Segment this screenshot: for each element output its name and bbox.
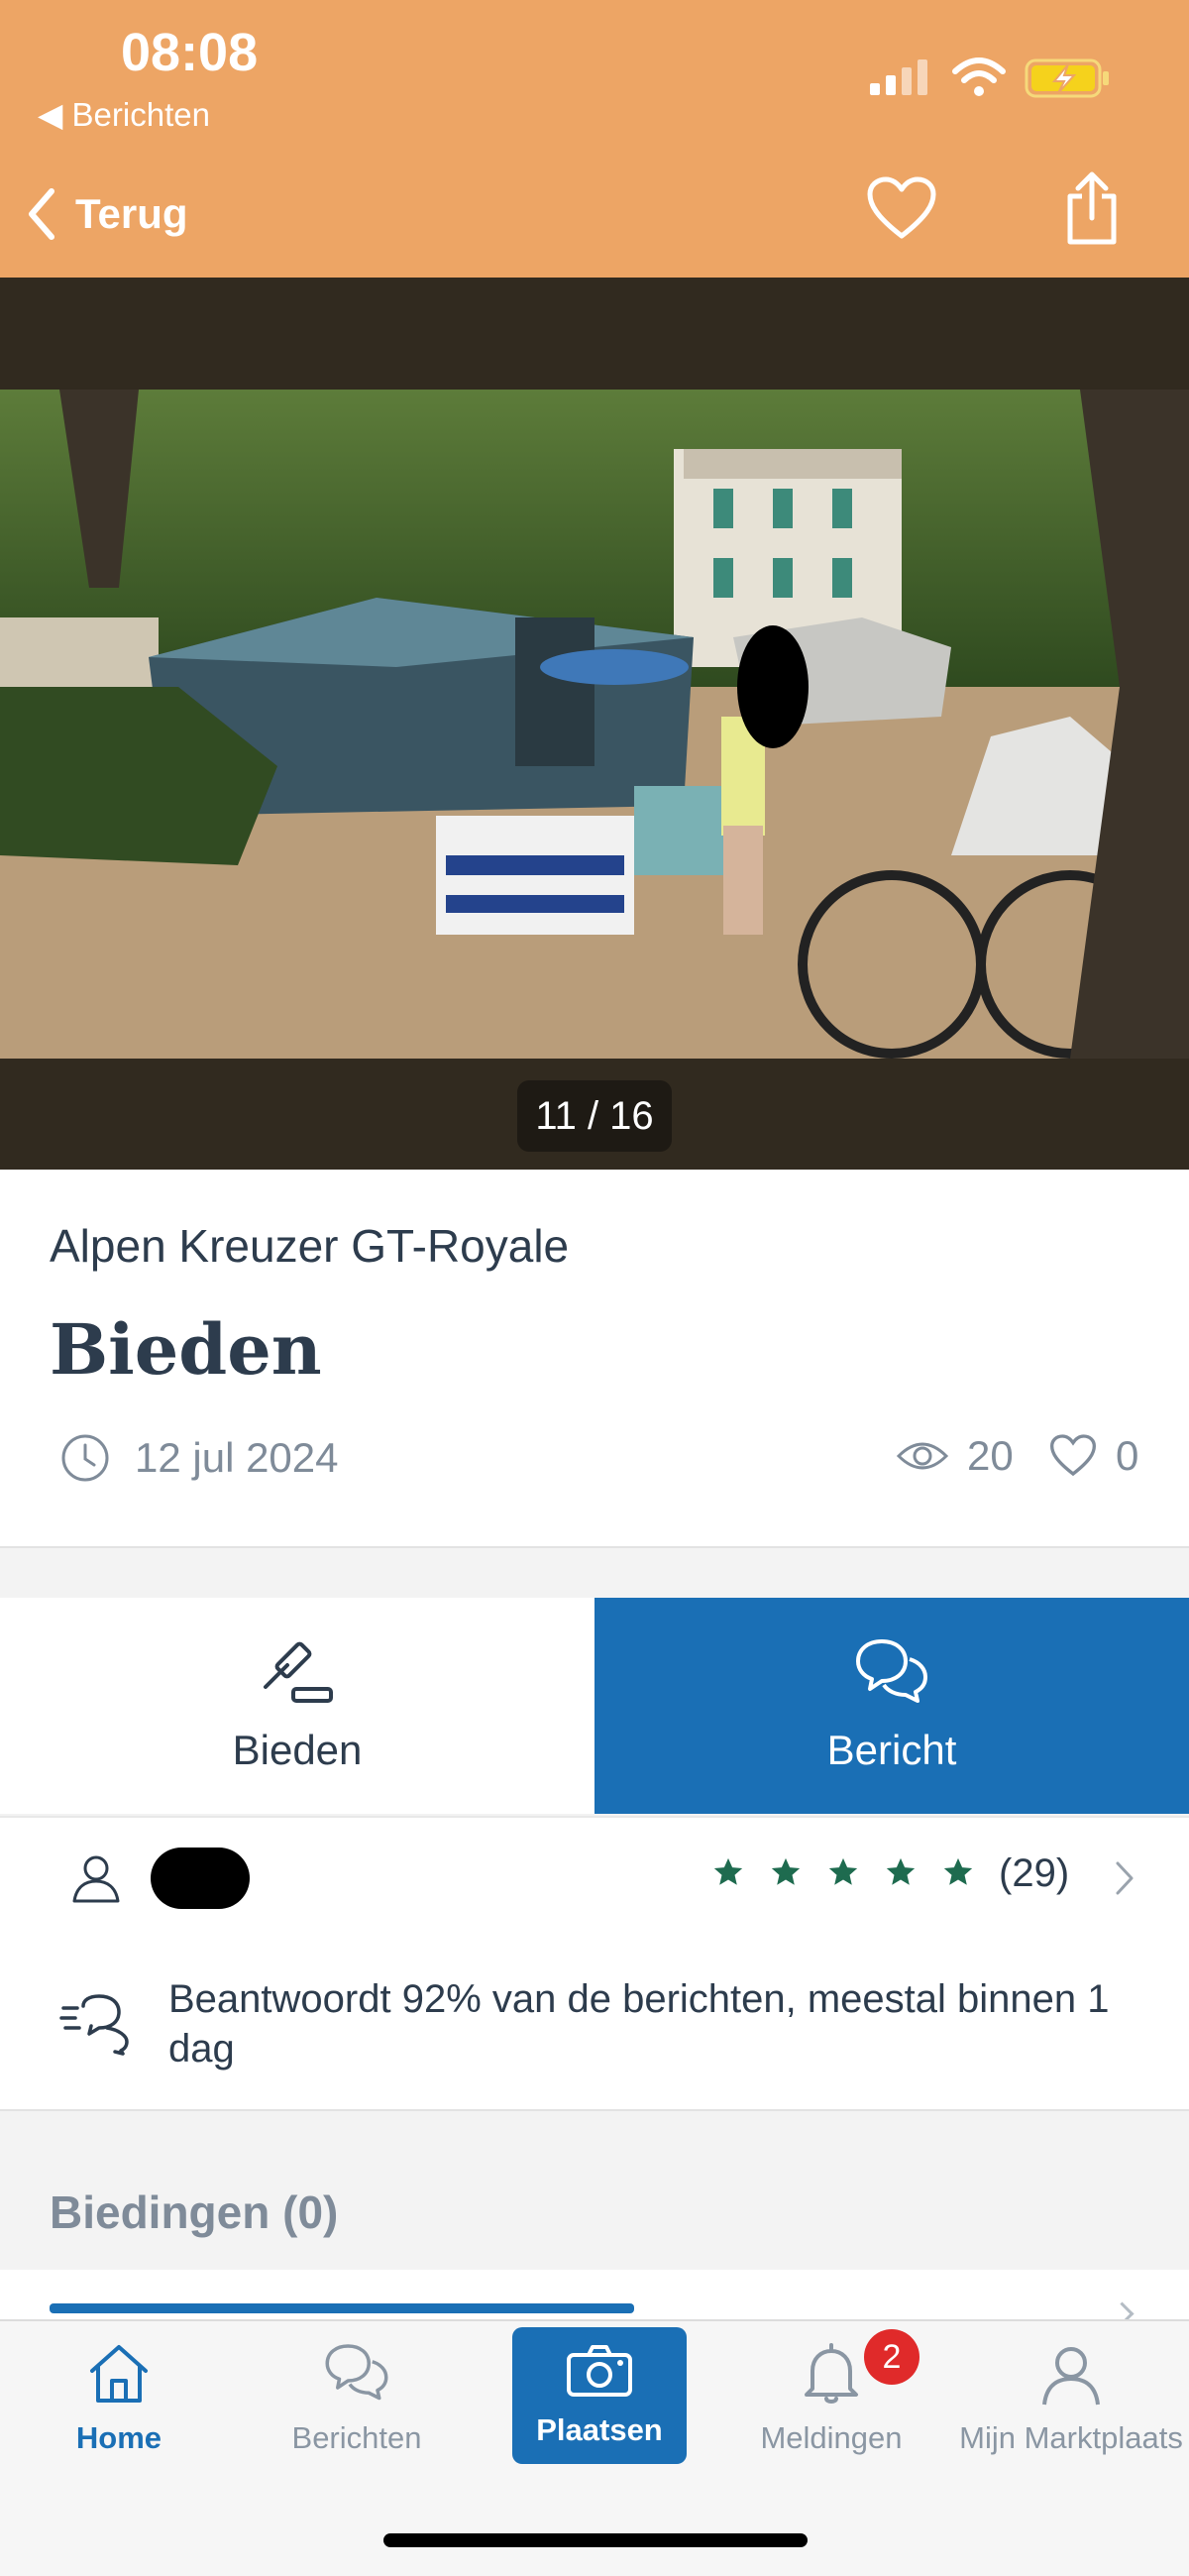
seller-name-redacted — [151, 1848, 250, 1909]
favorite-heart-icon[interactable] — [866, 176, 937, 242]
star-icon — [943, 1857, 973, 1885]
tab-my-account[interactable]: Mijn Marktplaats — [959, 2339, 1183, 2468]
tab-notifications-label: Meldingen — [760, 2420, 903, 2455]
clock-icon — [61, 1434, 109, 1482]
view-count: 20 — [896, 1432, 1014, 1480]
message-button[interactable]: Bericht — [594, 1598, 1189, 1814]
fast-reply-icon — [59, 1994, 129, 2056]
home-icon — [90, 2345, 148, 2403]
home-indicator[interactable] — [383, 2533, 808, 2547]
tab-messages-label: Berichten — [291, 2420, 422, 2455]
photo-counter: 11 / 16 — [517, 1080, 672, 1152]
chevron-left-icon — [29, 188, 54, 240]
bids-list-row-partial[interactable] — [0, 2270, 1189, 2319]
seller-rating-stars — [711, 1855, 975, 1889]
listing-photo[interactable] — [0, 390, 1189, 1059]
signal-icon — [870, 59, 927, 95]
bid-button[interactable]: Bieden — [0, 1598, 594, 1814]
heart-icon — [1049, 1434, 1097, 1477]
back-to-app-link[interactable]: ◀ Berichten — [38, 95, 210, 134]
gavel-icon — [264, 1641, 333, 1703]
response-rate-text: Beantwoordt 92% van de berichten, meesta… — [168, 1977, 1110, 2071]
tab-home-label: Home — [75, 2420, 162, 2455]
tab-messages[interactable]: Berichten — [277, 2339, 436, 2468]
favorite-count: 0 — [1048, 1432, 1138, 1480]
message-button-label: Bericht — [826, 1727, 957, 1773]
campsite-photo-illustration — [0, 390, 1189, 1059]
status-time: 08:08 — [121, 23, 259, 82]
listing-date-text: 12 jul 2024 — [135, 1434, 339, 1481]
user-icon — [72, 1855, 120, 1903]
listing-date: 12 jul 2024 — [59, 1432, 339, 1484]
camera-icon — [567, 2345, 632, 2397]
star-icon — [828, 1857, 858, 1885]
battery-icon — [1025, 58, 1109, 98]
star-icon — [886, 1857, 916, 1885]
bids-heading: Biedingen (0) — [50, 2186, 339, 2238]
view-count-text: 20 — [967, 1432, 1014, 1479]
bell-icon — [805, 2343, 858, 2404]
tab-place-ad[interactable]: Plaatsen — [512, 2327, 687, 2464]
user-icon — [1042, 2347, 1100, 2406]
tab-home[interactable]: Home — [59, 2339, 178, 2468]
seller-rating-count: (29) — [999, 1851, 1070, 1895]
tab-place-label: Plaatsen — [536, 2412, 663, 2447]
back-label: Terug — [75, 190, 188, 237]
eye-icon — [896, 1442, 949, 1470]
chat-bubbles-icon — [325, 2344, 388, 2401]
listing-price: Bieden — [50, 1308, 322, 1391]
star-icon — [713, 1857, 743, 1885]
chat-bubbles-icon — [856, 1639, 927, 1703]
notification-badge: 2 — [864, 2329, 919, 2385]
tab-my-account-label: Mijn Marktplaats — [959, 2420, 1183, 2455]
listing-title: Alpen Kreuzer GT-Royale — [50, 1220, 570, 1272]
bid-button-label: Bieden — [232, 1727, 363, 1773]
star-icon — [771, 1857, 801, 1885]
wifi-icon — [952, 57, 1006, 96]
chevron-right-icon — [1116, 1861, 1134, 1895]
back-button[interactable]: Terug — [26, 174, 224, 254]
share-icon[interactable] — [1064, 170, 1120, 246]
favorite-count-text: 0 — [1116, 1432, 1139, 1479]
